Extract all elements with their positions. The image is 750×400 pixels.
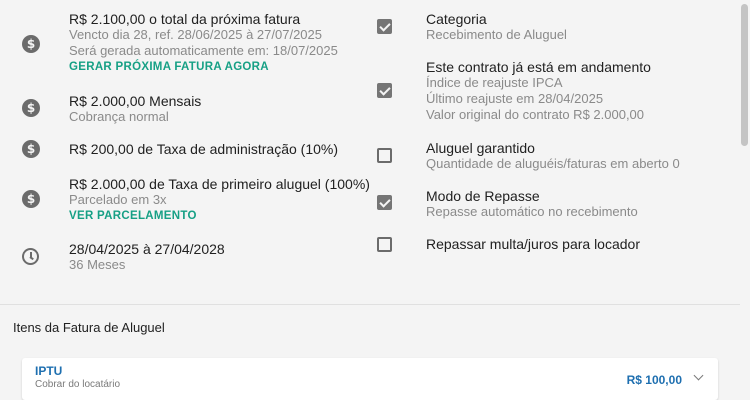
monthly-type: Cobrança normal [69,109,169,124]
next-invoice-auto-date: Será gerada automaticamente em: 18/07/20… [69,43,338,58]
monthly-amount: R$ 2.000,00 Mensais [69,93,202,109]
open-invoices-count: Quantidade de aluguéis/faturas em aberto… [426,156,680,171]
first-rent-fee-amount: R$ 2.000,00 de Taxa de primeiro aluguel … [69,176,370,192]
category-checkbox[interactable] [377,19,392,34]
section-divider [0,304,740,305]
transfer-mode-block: Modo de Repasse Repasse automático no re… [426,188,638,220]
pass-fines-checkbox[interactable] [377,237,392,252]
transfer-mode-checkbox[interactable] [377,195,392,210]
view-installments-button[interactable]: VER PARCELAMENTO [69,208,370,224]
ongoing-contract-label: Este contrato já está em andamento [426,59,651,75]
invoice-item-name: IPTU [35,364,63,378]
last-adjustment: Último reajuste em 28/04/2025 [426,91,604,106]
transfer-mode-label: Modo de Repasse [426,188,540,204]
next-invoice-total: R$ 2.100,00 o total da próxima fatura [69,11,301,27]
next-invoice-block: R$ 2.100,00 o total da próxima fatura Ve… [69,11,338,75]
scrollbar-thumb[interactable] [741,4,748,146]
generate-next-invoice-button[interactable]: GERAR PRÓXIMA FATURA AGORA [69,59,338,75]
chevron-down-icon[interactable] [693,370,704,381]
invoice-item-card[interactable]: IPTU Cobrar do locatário R$ 100,00 [22,358,718,400]
ongoing-contract-checkbox[interactable] [377,83,392,98]
transfer-mode-value: Repasse automático no recebimento [426,204,638,219]
first-rent-fee-installments: Parcelado em 3x [69,192,167,207]
invoice-item-value: R$ 100,00 [626,373,682,387]
contract-summary-panel: $ R$ 2.100,00 o total da próxima fatura … [0,0,740,304]
invoice-items-title: Itens da Fatura de Aluguel [13,320,165,335]
next-invoice-due: Vencto dia 28, ref. 28/06/2025 à 27/07/2… [69,27,322,42]
invoice-item-charge-to: Cobrar do locatário [35,379,121,390]
pass-fines-label: Repassar multa/juros para locador [426,236,640,252]
period-block: 28/04/2025 à 27/04/2028 36 Meses [69,241,225,273]
dollar-coin-icon: $ [22,99,40,117]
guaranteed-rent-checkbox[interactable] [377,148,392,163]
dollar-coin-icon: $ [22,140,40,158]
category-label: Categoria [426,11,487,27]
clock-icon [22,248,39,265]
adjustment-index: Índice de reajuste IPCA [426,75,563,90]
dollar-coin-icon: $ [22,190,40,208]
pass-fines-block: Repassar multa/juros para locador [426,236,640,252]
category-value: Recebimento de Aluguel [426,27,567,42]
admin-fee-block: R$ 200,00 de Taxa de administração (10%) [69,141,338,157]
guaranteed-rent-block: Aluguel garantido Quantidade de aluguéis… [426,140,680,172]
monthly-block: R$ 2.000,00 Mensais Cobrança normal [69,93,201,125]
dollar-coin-icon: $ [22,35,40,53]
ongoing-contract-block: Este contrato já está em andamento Índic… [426,59,651,123]
first-rent-fee-block: R$ 2.000,00 de Taxa de primeiro aluguel … [69,176,370,224]
contract-period: 28/04/2025 à 27/04/2028 [69,241,225,257]
category-block: Categoria Recebimento de Aluguel [426,11,567,43]
admin-fee-amount: R$ 200,00 de Taxa de administração (10%) [69,141,339,157]
original-contract-value: Valor original do contrato R$ 2.000,00 [426,107,645,122]
guaranteed-rent-label: Aluguel garantido [426,140,535,156]
contract-duration: 36 Meses [69,257,126,272]
